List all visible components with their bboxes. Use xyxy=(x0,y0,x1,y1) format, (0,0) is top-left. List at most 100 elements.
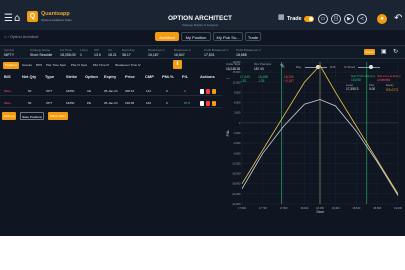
x-tick-label: 18,800 xyxy=(373,206,381,210)
screen-icon[interactable]: ▭ xyxy=(318,14,328,24)
y-tick-label: -15,000 xyxy=(232,172,241,176)
tab-trade[interactable]: Trade xyxy=(245,32,261,41)
y-tick-label: 3,000 xyxy=(234,111,241,115)
col-pl: P/L xyxy=(182,74,189,79)
vix-label: Vix xyxy=(108,48,113,52)
page-subtitle: Strategy Builder & Analyzer xyxy=(181,23,219,27)
cell-bs[interactable]: SELL xyxy=(4,89,11,93)
info-icon[interactable] xyxy=(200,89,204,94)
trade-toggle[interactable] xyxy=(304,16,314,22)
edit-icon[interactable] xyxy=(206,89,210,94)
page-title: OPTION ARCHITECT xyxy=(167,15,233,22)
delete-icon[interactable] xyxy=(212,89,216,94)
cell-type: OPT xyxy=(46,101,53,105)
fut-label: Fut Price xyxy=(60,48,73,52)
x-tick-label: 18,400 xyxy=(332,206,340,210)
col-pnlpct: PNL% xyxy=(162,74,174,79)
strategy-label: Strategy Name xyxy=(30,48,51,52)
cell-option[interactable]: PE xyxy=(87,101,91,105)
cell-price[interactable]: 208.10 xyxy=(125,89,134,93)
breakeven2-label: Breakeven 2 xyxy=(174,48,191,52)
y-tick-label: -3,000 xyxy=(233,131,241,135)
back-icon[interactable]: ↶ xyxy=(394,14,402,24)
x-tick-label: 17,700 xyxy=(259,206,267,210)
menu-icon[interactable]: ☰ xyxy=(4,14,13,24)
col-expiry: Expiry xyxy=(104,74,117,79)
avatar[interactable]: ● xyxy=(377,14,387,24)
breadcrumb[interactable]: ⌂ › Option Architect xyxy=(4,34,38,39)
cell-bs[interactable]: SELL xyxy=(4,101,11,105)
delete-icon[interactable] xyxy=(212,101,216,106)
cell-qty[interactable]: 50 xyxy=(28,89,31,93)
page-footer-area xyxy=(0,236,405,270)
grid-icon[interactable]: ▦ xyxy=(278,14,285,21)
tab-architect[interactable]: Architect xyxy=(155,32,179,41)
y-tick-label: 15,000 xyxy=(233,70,241,74)
trade-label[interactable]: Trade xyxy=(287,16,302,22)
play-icon[interactable]: ▶ xyxy=(344,14,354,24)
refresh-icon[interactable]: ↻ xyxy=(393,48,398,55)
symbol-value[interactable]: NIFTY xyxy=(4,53,14,57)
brand-name: Quantsapp xyxy=(41,11,70,17)
y-tick-label: 0 xyxy=(239,121,241,125)
cell-strike[interactable]: 18250 xyxy=(66,89,74,93)
tab-my-pub-su[interactable]: My Pub Su... xyxy=(213,32,243,41)
cell-qty[interactable]: 50 xyxy=(28,101,31,105)
profit-breakeven2-label: Profit Breakeven 2 xyxy=(236,48,261,52)
vix-value: 18.21 xyxy=(108,53,117,57)
x-tick-label: 17,900 xyxy=(280,206,288,210)
col-actions: Actions xyxy=(200,74,215,79)
tab-rps[interactable]: RPS xyxy=(35,62,43,69)
cell-pl: 0 xyxy=(184,89,186,93)
y-tick-label: -6,000 xyxy=(233,141,241,145)
y-tick-label: -21,000 xyxy=(232,192,241,196)
cell-option[interactable]: CE xyxy=(87,89,91,93)
y-tick-label: -18,000 xyxy=(232,182,241,186)
tab-greeks[interactable]: Greeks xyxy=(21,62,33,69)
share-icon[interactable]: < xyxy=(357,14,367,24)
breakeven2-value: 16,607 xyxy=(174,53,185,57)
home-icon[interactable]: ⌂ xyxy=(14,14,20,24)
info-icon[interactable] xyxy=(200,101,204,106)
save-positions-button[interactable]: Save Positions xyxy=(20,112,44,120)
profit-breakeven1-label: Profit Breakeven 1 xyxy=(204,48,229,52)
strategy-value[interactable]: Short Straddle xyxy=(30,53,52,57)
dte-value: 38.17 xyxy=(122,53,131,57)
x-axis-label: Spot xyxy=(316,210,323,213)
col-price: Price xyxy=(125,74,135,79)
col-option: Option xyxy=(85,74,98,79)
add-leg-button[interactable]: Add Leg xyxy=(2,112,16,120)
edit-icon[interactable] xyxy=(206,101,210,106)
y-tick-label: 18,000 xyxy=(233,60,241,64)
tab-pl-time-iv[interactable]: P&L Time IV xyxy=(91,62,111,69)
tab-pl-time-spot[interactable]: P&L Time Spot xyxy=(45,62,67,69)
tab-breakeven-time-iv[interactable]: Breakeven Time IV xyxy=(113,62,143,69)
cell-strike[interactable]: 18250 xyxy=(66,101,74,105)
cell-price[interactable]: 168.95 xyxy=(125,101,134,105)
save-icon[interactable]: ▣ xyxy=(381,48,387,55)
download-icon[interactable]: ⬇ xyxy=(173,60,182,69)
x-tick-label: 18,100 xyxy=(300,206,308,210)
y-tick-label: 9,000 xyxy=(234,90,241,94)
cell-expiry[interactable]: 05-Jan-23 xyxy=(104,101,118,105)
iv-value: 13.0 xyxy=(94,53,101,57)
lot-value[interactable]: 1 xyxy=(80,53,82,57)
payoff-chart[interactable]: 18,000 15,000 12,000 9,000 6,000 3,000 0 -3,000… xyxy=(226,58,405,213)
table-row[interactable]: SELL 50 OPT 18250 PE 05-Jan-23 168.95 16… xyxy=(0,98,222,108)
col-cmp: CMP xyxy=(145,74,154,79)
breakeven1-label: Breakeven 1 xyxy=(148,48,165,52)
table-row[interactable]: SELL 50 OPT 18250 CE 05-Jan-23 208.10 14… xyxy=(0,86,222,96)
cell-type: OPT xyxy=(46,89,53,93)
brand-logo-icon: Q xyxy=(27,11,38,22)
brand-tagline: Options Analytics Suite xyxy=(41,18,72,22)
place-order-button[interactable]: Place Order xyxy=(48,112,68,120)
y-tick-label: 12,000 xyxy=(233,80,241,84)
tab-my-position[interactable]: My Position xyxy=(181,32,211,41)
tab-pl-iv-spot[interactable]: P&L IV Spot xyxy=(69,62,89,69)
breakeven1-value: 16,187 xyxy=(148,53,159,57)
lot-label: Lot(s) xyxy=(80,48,88,52)
reset-button[interactable]: Reset xyxy=(364,49,375,55)
chart-icon[interactable]: ◳ xyxy=(331,14,341,24)
tab-positions[interactable]: Positions xyxy=(3,62,19,69)
cell-expiry[interactable]: 05-Jan-23 xyxy=(104,89,118,93)
